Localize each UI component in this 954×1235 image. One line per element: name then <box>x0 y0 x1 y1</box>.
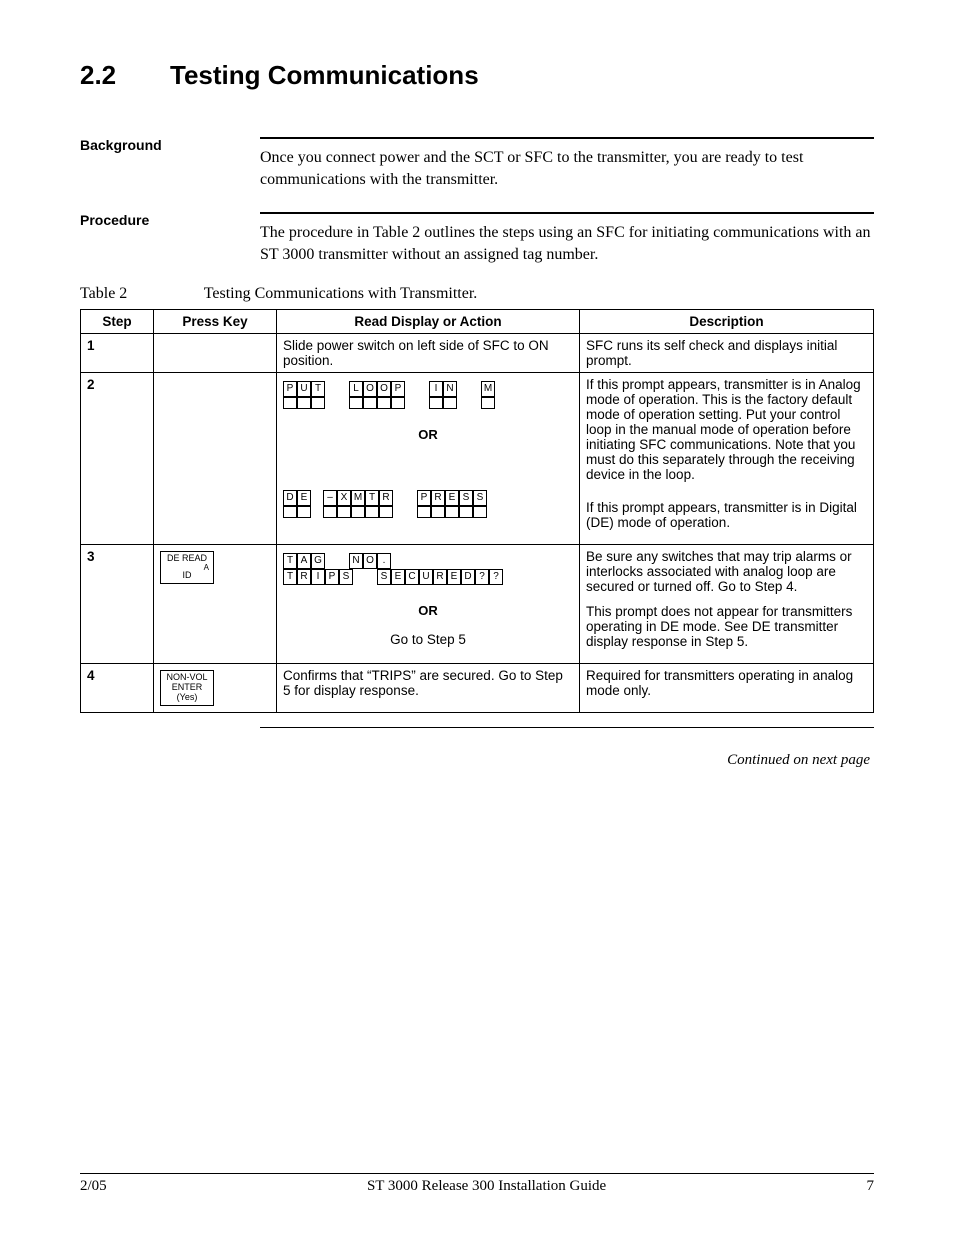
step-number: 4 <box>81 664 154 713</box>
table-row: 2 PUTLOOPINM OR DE–XMTRPRESS If this pro… <box>81 373 874 545</box>
step-number: 1 <box>81 334 154 373</box>
desc-cell: Be sure any switches that may trip alarm… <box>580 545 874 664</box>
table-caption: Table 2 Testing Communications with Tran… <box>80 285 874 303</box>
header-action: Read Display or Action <box>277 310 580 334</box>
procedure-table: Step Press Key Read Display or Action De… <box>80 309 874 713</box>
desc-cell: SFC runs its self check and displays ini… <box>580 334 874 373</box>
desc-text: If this prompt appears, transmitter is i… <box>586 500 867 530</box>
key-de-read: DE READ A ID <box>160 551 214 584</box>
action-cell: Slide power switch on left side of SFC t… <box>277 334 580 373</box>
goto-text: Go to Step 5 <box>283 632 573 647</box>
continued-label: Continued on next page <box>80 752 870 769</box>
section-number: 2.2 <box>80 60 170 91</box>
table-header-row: Step Press Key Read Display or Action De… <box>81 310 874 334</box>
desc-cell: Required for transmitters operating in a… <box>580 664 874 713</box>
procedure-block: Procedure The procedure in Table 2 outli… <box>80 204 874 265</box>
desc-text: This prompt does not appear for transmit… <box>586 604 867 649</box>
key-enter: NON-VOL ENTER (Yes) <box>160 670 214 706</box>
footer-left: 2/05 <box>80 1178 107 1195</box>
header-press: Press Key <box>154 310 277 334</box>
background-label: Background <box>80 137 260 190</box>
step-number: 2 <box>81 373 154 545</box>
procedure-label: Procedure <box>80 212 260 265</box>
desc-cell: If this prompt appears, transmitter is i… <box>580 373 874 545</box>
or-label: OR <box>283 603 573 618</box>
press-key-cell <box>154 334 277 373</box>
desc-text: If this prompt appears, transmitter is i… <box>586 377 867 482</box>
press-key-cell <box>154 373 277 545</box>
table-title: Testing Communications with Transmitter. <box>204 285 478 302</box>
background-text: Once you connect power and the SCT or SF… <box>260 137 874 190</box>
footer-center: ST 3000 Release 300 Installation Guide <box>367 1178 606 1195</box>
action-cell: TAGNO. TRIPSSECURED?? OR Go to Step 5 <box>277 545 580 664</box>
desc-text: Be sure any switches that may trip alarm… <box>586 549 867 594</box>
press-key-cell: NON-VOL ENTER (Yes) <box>154 664 277 713</box>
lcd-display: TAGNO. TRIPSSECURED?? <box>283 553 503 585</box>
action-cell: PUTLOOPINM OR DE–XMTRPRESS <box>277 373 580 545</box>
footer-right: 7 <box>866 1178 874 1195</box>
header-desc: Description <box>580 310 874 334</box>
lcd-display: PUTLOOPINM <box>283 381 495 409</box>
press-key-cell: DE READ A ID <box>154 545 277 664</box>
action-cell: Confirms that “TRIPS” are secured. Go to… <box>277 664 580 713</box>
background-block: Background Once you connect power and th… <box>80 129 874 190</box>
section-heading: 2.2Testing Communications <box>80 60 874 91</box>
or-label: OR <box>283 427 573 442</box>
lcd-display: DE–XMTRPRESS <box>283 490 499 518</box>
procedure-text: The procedure in Table 2 outlines the st… <box>260 212 874 265</box>
header-step: Step <box>81 310 154 334</box>
page-footer: 2/05 ST 3000 Release 300 Installation Gu… <box>80 1173 874 1195</box>
step-number: 3 <box>81 545 154 664</box>
table-label: Table 2 <box>80 285 200 303</box>
table-row: 3 DE READ A ID TAGNO. TRIPSSECURED?? OR … <box>81 545 874 664</box>
section-title: Testing Communications <box>170 60 479 90</box>
table-row: 1 Slide power switch on left side of SFC… <box>81 334 874 373</box>
table-row: 4 NON-VOL ENTER (Yes) Confirms that “TRI… <box>81 664 874 713</box>
